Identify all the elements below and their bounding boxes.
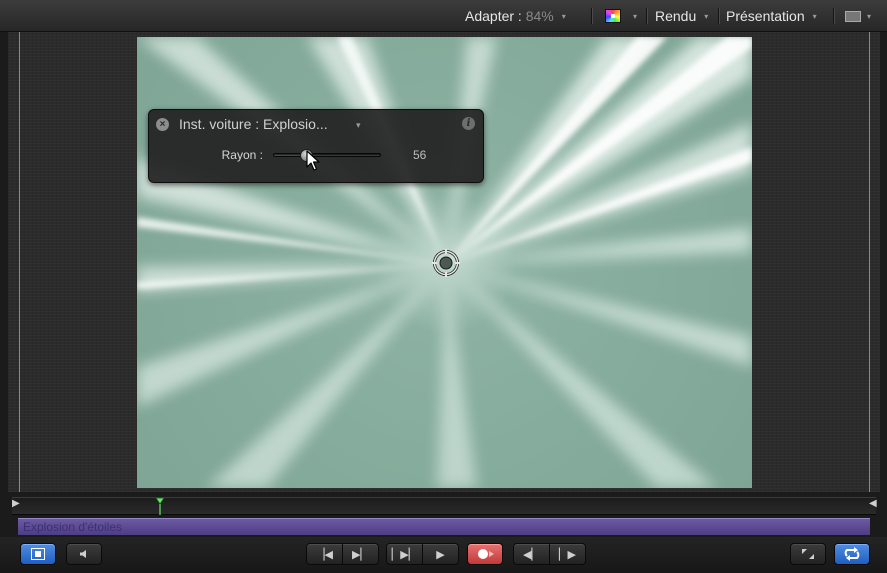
info-icon[interactable]: i (462, 117, 475, 130)
timeline-clip[interactable]: Explosion d'étoiles (18, 518, 870, 535)
radius-label: Rayon : (221, 148, 263, 162)
loop-button[interactable] (834, 543, 870, 565)
fit-caret-icon: ▾ (561, 12, 566, 22)
fit-label: Adapter : (465, 8, 526, 24)
render-label: Rendu (655, 8, 697, 24)
go-to-start-button[interactable]: ▕◀ (306, 543, 343, 565)
mouse-cursor-icon (306, 150, 320, 171)
view-caret-icon: ▾ (812, 12, 817, 22)
record-icon (478, 549, 494, 559)
canvas-edge-right (869, 32, 870, 492)
toolbar-divider (718, 8, 719, 24)
player-view-button[interactable] (20, 543, 56, 565)
viewer-toolbar: Adapter : 84% ▾ ▾ Rendu ▾ Présentation ▾ ▾ (0, 0, 887, 32)
close-icon[interactable]: × (156, 118, 169, 131)
toolbar-divider (833, 8, 834, 24)
timeline-ruler[interactable] (12, 497, 876, 515)
hud-title: Inst. voiture : Explosio... (179, 116, 328, 132)
fit-value: 84% (525, 8, 554, 24)
layout-caret-icon: ▾ (867, 12, 872, 22)
view-label: Présentation (726, 8, 805, 24)
player-view-icon (31, 548, 45, 560)
previous-frame-button[interactable]: ◀▏ (513, 543, 550, 565)
color-channels-icon (605, 9, 621, 24)
hud-title-caret-icon[interactable]: ▾ (356, 120, 361, 131)
color-caret-icon: ▾ (633, 12, 638, 22)
go-to-end-button[interactable]: ▶▏ (342, 543, 379, 565)
radius-value[interactable]: 56 (413, 148, 426, 162)
center-target-icon[interactable] (432, 249, 460, 277)
render-menu[interactable]: Rendu ▾ (655, 0, 708, 32)
play-from-start-button[interactable]: ▏▶▏ (386, 543, 423, 565)
fullscreen-button[interactable] (790, 543, 826, 565)
view-menu[interactable]: Présentation ▾ (726, 0, 817, 32)
speaker-icon (80, 550, 86, 558)
clip-label: Explosion d'étoiles (23, 520, 123, 534)
play-button[interactable]: ▶ (422, 543, 459, 565)
fit-zoom-menu[interactable]: Adapter : 84% ▾ (465, 0, 566, 32)
transport-bar: ▕◀ ▶▏ ▏▶▏ ▶ ◀▏ ▏▶ (0, 537, 887, 573)
record-button[interactable] (467, 543, 503, 565)
view-layout-icon (845, 10, 861, 22)
canvas-edge-left (19, 32, 20, 492)
toolbar-divider (646, 8, 647, 24)
next-frame-button[interactable]: ▏▶ (549, 543, 586, 565)
playhead-icon[interactable] (155, 497, 165, 515)
color-channels-menu[interactable]: ▾ (605, 0, 637, 32)
fullscreen-icon (802, 549, 814, 559)
play-range-in-icon[interactable]: ▶ (12, 498, 20, 509)
play-range-out-icon[interactable]: ◀ (869, 498, 877, 509)
radius-slider[interactable] (273, 149, 381, 162)
loop-icon (844, 547, 860, 561)
toolbar-divider (591, 8, 592, 24)
view-layout-menu[interactable]: ▾ (845, 0, 871, 32)
render-caret-icon: ▾ (704, 12, 709, 22)
audio-button[interactable] (66, 543, 102, 565)
